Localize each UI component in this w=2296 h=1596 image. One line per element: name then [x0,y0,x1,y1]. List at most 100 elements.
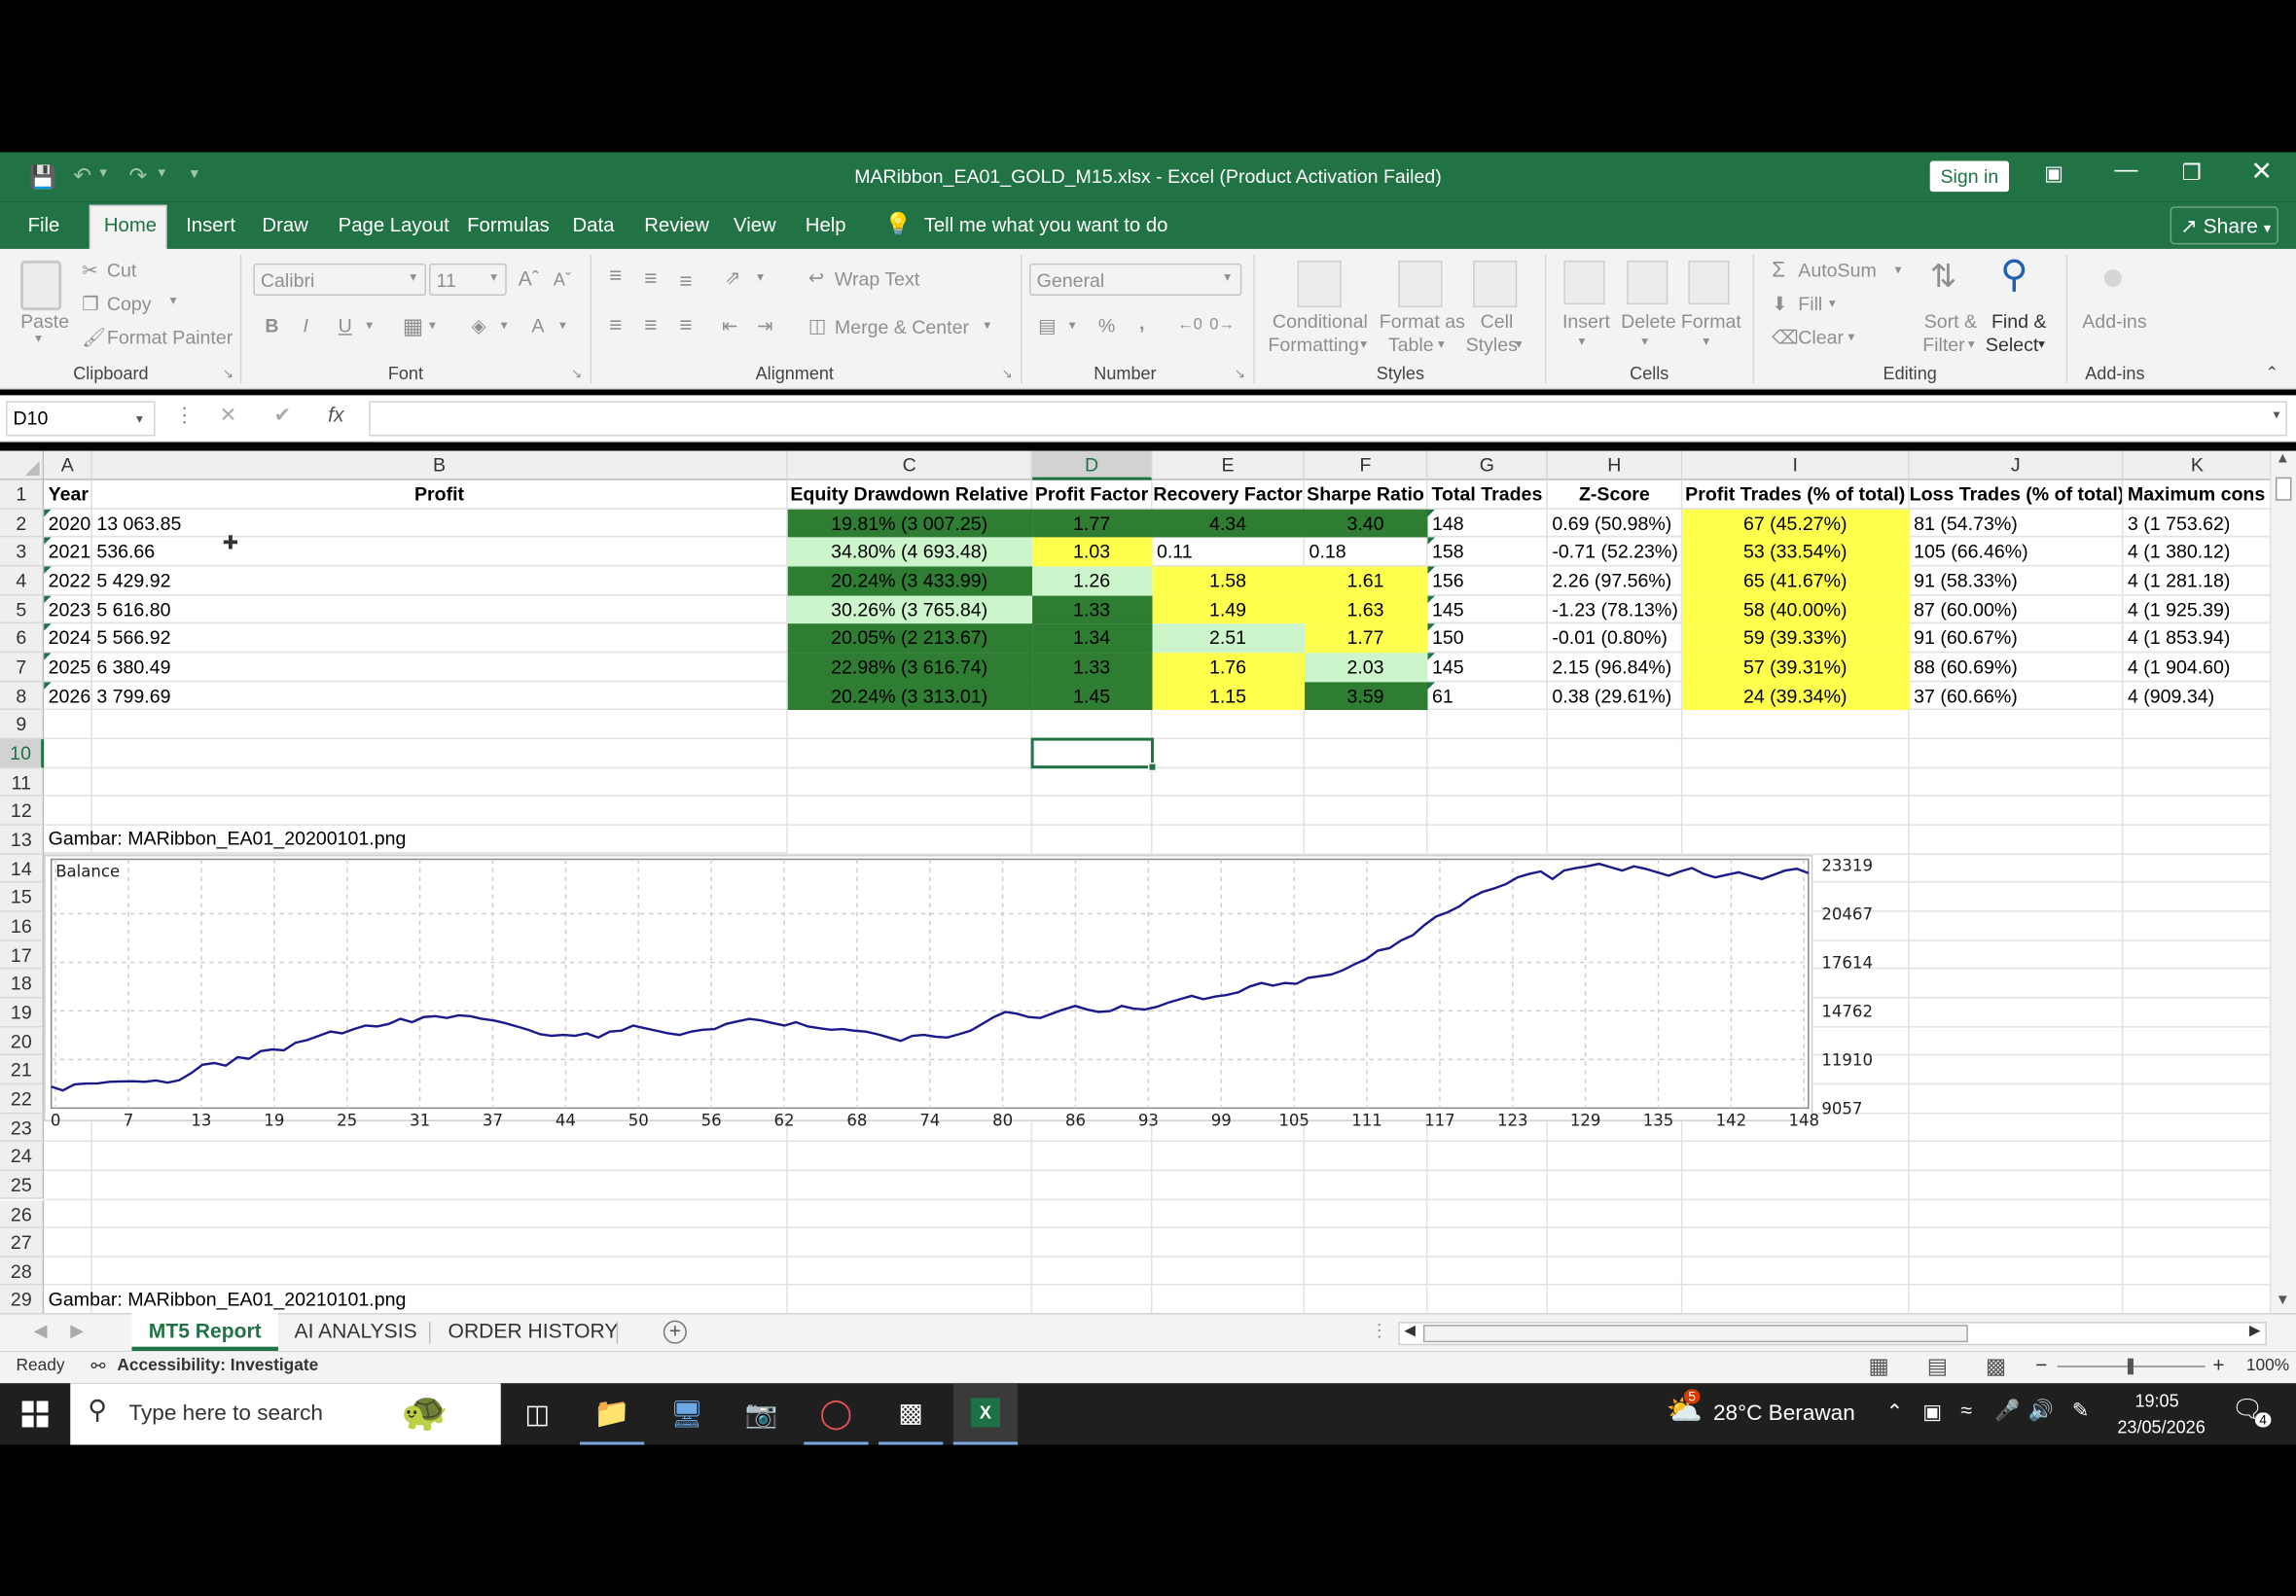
column-header-f[interactable]: F [1305,450,1428,480]
column-header-d[interactable]: D [1032,450,1153,480]
table-cell-profit[interactable]: 13 063.85 [91,509,788,538]
sign-in-button[interactable]: Sign in [1929,160,2009,193]
paste-icon[interactable] [20,260,62,311]
font-color-icon[interactable]: A [531,315,544,337]
table-cell-h[interactable]: 2.15 (96.84%) [1547,653,1683,682]
align-right-icon[interactable]: ≡ [679,313,692,338]
row-header-29[interactable]: 29 [0,1286,45,1315]
table-cell-g[interactable]: 61 [1427,681,1548,711]
increase-font-icon[interactable]: Aˆ [519,266,539,290]
table-cell-g[interactable]: 156 [1427,566,1548,596]
column-header-j[interactable]: J [1909,450,2124,480]
table-cell-profit[interactable]: 3 799.69 [91,681,788,711]
table-cell-g[interactable]: 145 [1427,653,1548,682]
tab-page-layout[interactable]: Page Layout [339,214,449,236]
insert-cells-button[interactable]: Insert [1562,310,1610,333]
align-left-icon[interactable]: ≡ [609,313,622,338]
align-top-icon[interactable]: ≡ [609,264,622,289]
snipping-tool-icon[interactable]: 📷 [730,1383,794,1444]
table-cell-j[interactable]: 105 (66.46%) [1909,537,2124,567]
header-recovery-factor[interactable]: Recovery Factor [1152,479,1306,510]
undo-icon[interactable]: ↶ [73,162,91,190]
vertical-scroll-thumb[interactable] [2275,477,2292,501]
table-cell-c[interactable]: 20.24% (3 433.99) [787,566,1033,596]
next-sheet-icon[interactable]: ▶ [70,1321,84,1341]
scroll-right-icon[interactable]: ▶ [2249,1324,2261,1340]
header-sharpe-ratio[interactable]: Sharpe Ratio [1305,479,1428,510]
close-icon[interactable]: ✕ [2250,157,2273,188]
row-header-7[interactable]: 7 [0,653,45,682]
tab-split-handle-icon[interactable]: ⋮ [1371,1321,1388,1341]
row-header-4[interactable]: 4 [0,566,45,596]
font-size-select[interactable]: 11 ▾ [428,263,507,297]
normal-view-icon[interactable]: ▦ [1869,1353,1889,1379]
column-header-b[interactable]: B [91,450,788,480]
select-all-button[interactable] [0,450,45,480]
meet-now-icon[interactable]: ▣ [1922,1400,1942,1425]
share-button[interactable]: ↗ Share ▾ [2170,206,2278,245]
find-select-button[interactable]: Find & [1991,310,2047,333]
cell-styles-dropdown-icon[interactable]: ▾ [1516,337,1523,353]
enter-icon[interactable]: ✔ [273,403,291,428]
row-header-14[interactable]: 14 [0,854,45,883]
table-cell-j[interactable]: 91 (58.33%) [1909,566,2124,596]
table-cell-e[interactable]: 1.58 [1152,566,1306,596]
table-cell-i[interactable]: 65 (41.67%) [1682,566,1910,596]
column-header-i[interactable]: I [1682,450,1910,480]
table-cell-f[interactable]: 2.03 [1305,653,1428,682]
table-cell-c[interactable]: 30.26% (3 765.84) [787,595,1033,624]
table-cell-profit[interactable]: 5 429.92 [91,566,788,596]
selected-cell-d10[interactable] [1030,737,1158,772]
table-cell-d[interactable]: 1.45 [1032,681,1153,711]
delete-dropdown-icon[interactable]: ▾ [1641,334,1648,350]
row-header-23[interactable]: 23 [0,1113,45,1143]
row-header-27[interactable]: 27 [0,1228,45,1258]
table-cell-f[interactable]: 1.77 [1305,623,1428,654]
start-button[interactable] [3,1383,67,1444]
table-cell-d[interactable]: 1.26 [1032,566,1153,596]
table-cell-f[interactable]: 3.59 [1305,681,1428,711]
table-cell-c[interactable]: 20.24% (3 313.01) [787,681,1033,711]
table-cell-d[interactable]: 1.03 [1032,537,1153,567]
row-header-21[interactable]: 21 [0,1055,45,1085]
table-cell-j[interactable]: 91 (60.67%) [1909,623,2124,654]
row-header-24[interactable]: 24 [0,1142,45,1171]
header-profit-trades[interactable]: Profit Trades (% of total) [1682,479,1910,510]
font-launcher-icon[interactable]: ↘ [571,366,582,382]
sheet-tab-mt5-report[interactable]: MT5 Report [131,1313,278,1352]
row-header-28[interactable]: 28 [0,1257,45,1287]
remote-desktop-icon[interactable]: 🖥 [655,1383,719,1444]
table-cell-year[interactable]: 2025 [44,653,92,682]
table-cell-f[interactable]: 1.61 [1305,566,1428,596]
number-format-select[interactable]: General ▾ [1029,263,1242,297]
clock-date[interactable]: 23/05/2026 [2117,1417,2205,1437]
horizontal-scrollbar[interactable]: ◀ ▶ [1398,1322,2267,1346]
accounting-format-icon[interactable]: ▤ [1038,315,1057,338]
align-center-icon[interactable]: ≡ [644,313,657,338]
fill-color-icon[interactable]: ◈ [472,315,486,338]
table-cell-i[interactable]: 59 (39.33%) [1682,623,1910,654]
table-cell-e[interactable]: 2.51 [1152,623,1306,654]
accessibility-status[interactable]: Accessibility: Investigate [117,1357,318,1374]
table-cell-k[interactable]: 4 (1 904.60) [2123,653,2273,682]
conditional-formatting-button-line2[interactable]: Formatting [1268,334,1359,356]
weather-text[interactable]: 28°C Berawan [1713,1401,1855,1426]
table-cell-f[interactable]: 3.40 [1305,509,1428,538]
prev-sheet-icon[interactable]: ◀ [34,1321,48,1341]
table-cell-k[interactable]: 4 (1 925.39) [2123,595,2273,624]
table-cell-year[interactable]: 2026 [44,681,92,711]
column-header-a[interactable]: A [44,450,92,480]
row-header-1[interactable]: 1 [0,479,45,510]
format-painter-button[interactable]: Format Painter [107,327,233,349]
row-header-22[interactable]: 22 [0,1084,45,1114]
row-header-12[interactable]: 12 [0,797,45,826]
header-year[interactable]: Year [44,479,92,510]
find-select-button-line2[interactable]: Select [1986,334,2038,356]
table-cell-i[interactable]: 57 (39.31%) [1682,653,1910,682]
clear-dropdown-icon[interactable]: ▾ [1848,330,1854,346]
row-header-3[interactable]: 3 [0,537,45,567]
format-table-dropdown-icon[interactable]: ▾ [1438,337,1445,353]
row-header-5[interactable]: 5 [0,595,45,624]
table-cell-year[interactable]: 2022 [44,566,92,596]
table-cell-j[interactable]: 88 (60.69%) [1909,653,2124,682]
